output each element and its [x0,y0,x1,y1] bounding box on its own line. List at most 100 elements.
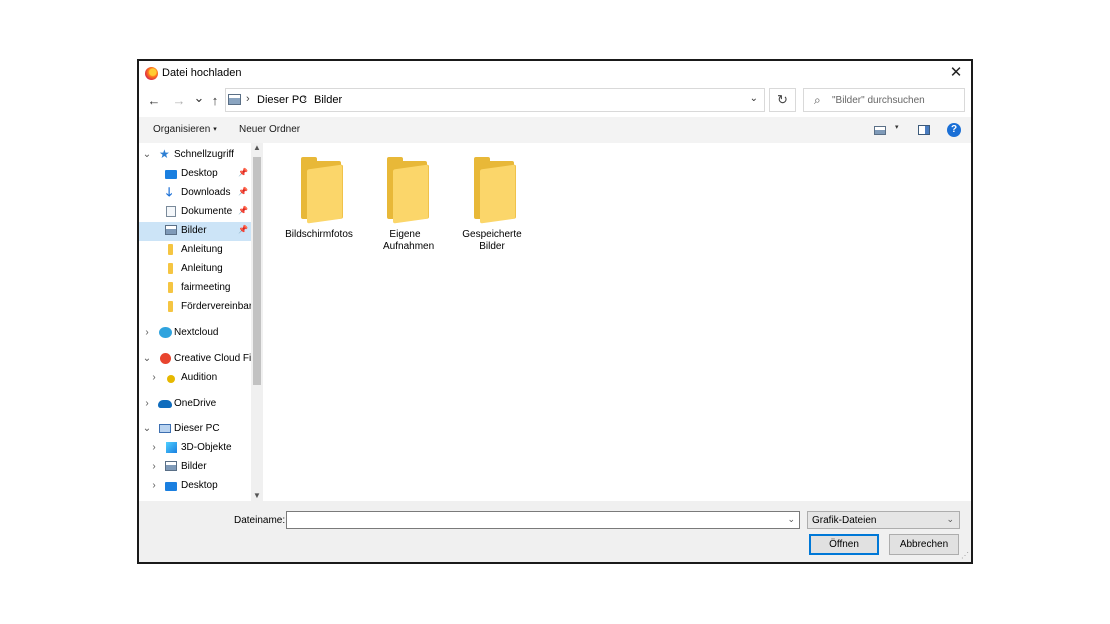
title-bar: Datei hochladen ✕ [139,61,971,86]
sidebar-item-anleitung[interactable]: Anleitung [139,241,251,260]
organize-menu[interactable]: Organisieren ▾ [153,124,217,135]
forward-arrow-icon[interactable]: → [172,92,186,110]
search-input[interactable] [832,92,960,108]
desktop-icon [165,170,177,179]
folder-item-bildschirmfotos[interactable]: Bildschirmfotos [279,155,359,255]
sidebar-item-label: Dokumente [181,206,233,217]
chevron-right-icon[interactable]: › [149,372,159,383]
sidebar-item-bilder-pc[interactable]: › Bilder [139,458,251,477]
sidebar-item-label: Desktop [181,480,218,491]
pin-icon: 📌 [238,225,248,234]
folder-item-eigene-aufnahmen[interactable]: Eigene Aufnahmen [365,155,445,255]
window-title: Datei hochladen [162,67,242,79]
up-arrow-icon[interactable]: ↑ [208,92,222,110]
sidebar-item-label: Desktop [181,168,218,179]
organize-label: Organisieren [153,124,211,135]
audition-icon [167,375,175,383]
breadcrumb-separator-icon: › [303,93,307,105]
pictures-location-icon [228,94,241,105]
folder-icon [168,263,173,274]
sidebar-item-nextcloud[interactable]: › Nextcloud [139,324,251,343]
search-box[interactable]: ⌕ [803,88,965,112]
pin-icon: 📌 [238,206,248,215]
folder-icon [301,157,343,224]
scroll-down-icon[interactable]: ▼ [251,491,263,500]
chevron-down-icon[interactable]: ⌄ [142,423,152,434]
scrollbar-thumb[interactable] [253,157,261,385]
sidebar-item-onedrive[interactable]: › OneDrive [139,395,251,414]
chevron-down-icon[interactable]: ⌄ [142,353,152,364]
folder-icon [474,157,516,224]
sidebar-item-label: OneDrive [174,398,217,409]
pictures-icon [165,225,177,235]
chevron-down-icon[interactable]: ⌄ [142,149,152,160]
navigation-scrollbar[interactable]: ▲ ▼ [251,143,263,501]
preview-pane-icon[interactable] [918,125,930,135]
help-icon[interactable]: ? [947,123,961,137]
file-list: Bildschirmfotos Eigene Aufnahmen Gespeic… [265,143,971,501]
view-options-caret-icon[interactable]: ▾ [895,123,899,131]
folder-item-gespeicherte-bilder[interactable]: Gespeicherte Bilder [452,155,532,255]
cancel-button[interactable]: Abbrechen [889,534,959,555]
3d-objects-icon [166,442,177,453]
folder-icon [168,282,173,293]
sidebar-item-label: 3D-Objekte [181,442,232,453]
sidebar-item-desktop[interactable]: Desktop 📌 [139,165,251,184]
sidebar-item-label: Audition [181,372,218,383]
filename-input[interactable] [290,513,780,527]
search-icon: ⌕ [814,93,821,107]
scroll-up-icon[interactable]: ▲ [251,143,263,152]
folder-name: Eigene Aufnahmen [383,229,435,252]
sidebar-item-dieser-pc[interactable]: ⌄ Dieser PC [139,420,251,439]
sidebar-item-fairmeeting[interactable]: fairmeeting [139,279,251,298]
chevron-right-icon[interactable]: › [149,461,159,472]
pin-icon: 📌 [238,168,248,177]
sidebar-item-schnellzugriff[interactable]: ⌄ ★ Schnellzugriff [139,146,251,165]
sidebar-item-foerdervereinbarung[interactable]: Fördervereinbaru [139,298,251,317]
pin-icon: 📌 [238,187,248,196]
folder-name: Bildschirmfotos [285,229,353,240]
download-icon: 🡓 [166,185,173,199]
sidebar-item-downloads[interactable]: 🡓 Downloads 📌 [139,184,251,203]
sidebar-item-dokumente[interactable]: Dokumente 📌 [139,203,251,222]
address-dropdown-icon[interactable]: ⌄ [750,93,758,104]
sidebar-item-label: Nextcloud [174,327,219,338]
filename-label: Dateiname: [234,515,286,526]
sidebar-item-label: Anleitung [181,244,223,255]
sidebar-item-label: Bilder [181,225,207,236]
chevron-right-icon[interactable]: › [149,442,159,453]
sidebar-item-label: fairmeeting [181,282,231,293]
folder-icon [168,244,173,255]
breadcrumb-bilder[interactable]: Bilder [314,94,342,106]
back-arrow-icon[interactable]: ← [147,92,161,110]
sidebar-item-audition[interactable]: › Audition [139,369,251,388]
change-view-icon[interactable] [874,126,886,135]
nextcloud-icon [159,327,172,338]
filename-combobox[interactable]: ⌄ [286,511,800,529]
chevron-right-icon[interactable]: › [149,480,159,491]
sidebar-item-desktop-pc[interactable]: › Desktop [139,477,251,496]
recent-locations-icon[interactable]: ⌄ [192,89,206,107]
open-button[interactable]: Öffnen [809,534,879,555]
refresh-button[interactable]: ↻ [769,88,796,112]
chevron-right-icon[interactable]: › [142,398,152,409]
navigation-pane: ⌄ ★ Schnellzugriff Desktop 📌 🡓 Downloads… [139,143,263,501]
close-button[interactable]: ✕ [941,61,971,85]
sidebar-item-label: Anleitung [181,263,223,274]
sidebar-item-3d-objekte[interactable]: › 3D-Objekte [139,439,251,458]
command-bar: Organisieren ▾ Neuer Ordner ▾ ? [139,117,971,143]
sidebar-item-creative-cloud[interactable]: ⌄ Creative Cloud File [139,350,251,369]
address-bar[interactable]: › Dieser PC › Bilder ⌄ [225,88,765,112]
sidebar-item-anleitung[interactable]: Anleitung [139,260,251,279]
sidebar-item-label: Schnellzugriff [174,149,234,160]
chevron-down-icon[interactable]: ⌄ [787,514,795,525]
computer-icon [159,424,171,433]
resize-grip-icon[interactable]: ⋰ [961,551,969,560]
chevron-right-icon[interactable]: › [142,327,152,338]
new-folder-button[interactable]: Neuer Ordner [239,124,300,135]
creative-cloud-icon [160,353,171,364]
breadcrumb-dieser-pc[interactable]: Dieser PC [257,94,307,106]
sidebar-item-bilder[interactable]: Bilder 📌 [139,222,251,241]
folder-icon [387,157,429,224]
file-type-select[interactable]: Grafik-Dateien ⌄ [807,511,960,529]
